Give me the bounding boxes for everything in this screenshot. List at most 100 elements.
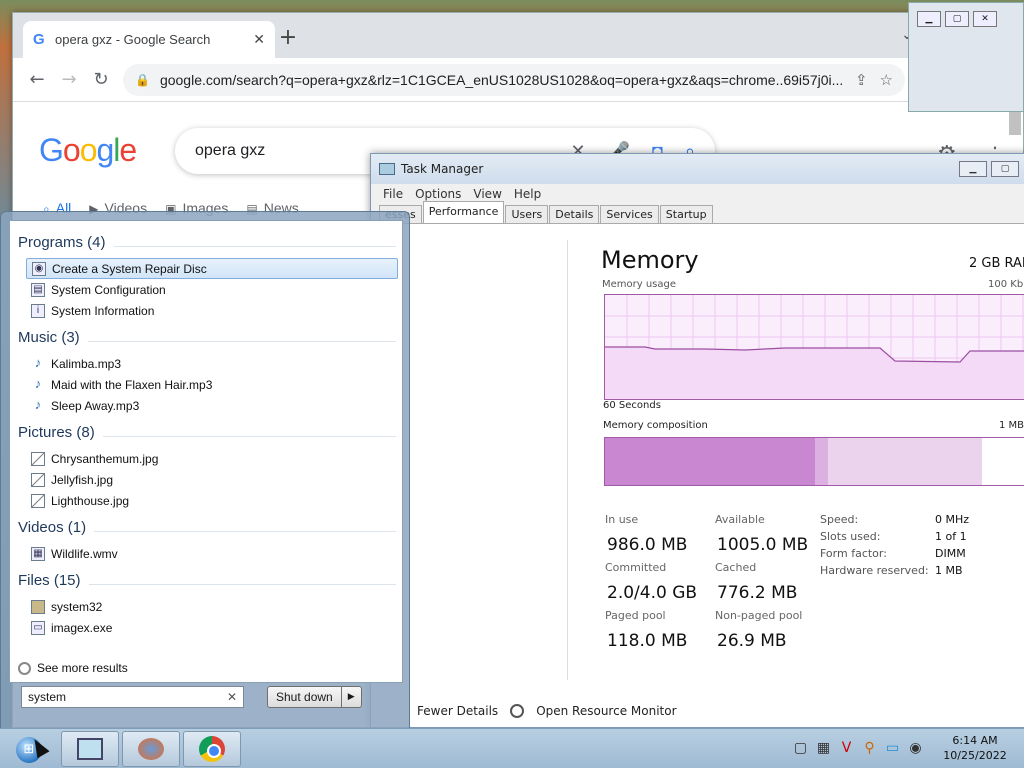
maximize-icon[interactable]: ▢: [991, 161, 1019, 177]
task-manager-icon: [77, 738, 103, 760]
result-system-information[interactable]: i System Information: [26, 300, 398, 321]
menu-file[interactable]: File: [383, 187, 403, 201]
folder-icon: [31, 599, 45, 614]
share-icon[interactable]: ⇪: [855, 71, 868, 89]
paged-pool-value: 118.0 MB: [607, 631, 688, 651]
committed-value: 2.0/4.0 GB: [607, 583, 698, 603]
close-tab-icon[interactable]: ✕: [253, 32, 265, 48]
result-imagex[interactable]: ▭ imagex.exe: [26, 617, 398, 638]
section-files: Files (15): [18, 572, 396, 589]
speed-label: Speed:: [820, 513, 859, 526]
background-window[interactable]: ▁ ▢ ✕: [908, 2, 1024, 112]
tab-strip: G opera gxz - Google Search ✕ + ⌄: [13, 13, 1023, 58]
section-pictures: Pictures (8): [18, 424, 396, 441]
memory-composition-bar: [604, 437, 1024, 486]
volume-icon[interactable]: ◉: [907, 739, 924, 756]
result-chrysanthemum[interactable]: Chrysanthemum.jpg: [26, 448, 398, 469]
fewer-details-link[interactable]: Fewer Details: [417, 704, 498, 718]
shut-down-button[interactable]: Shut down: [267, 686, 342, 708]
url-text: google.com/search?q=opera+gxz&rlz=1C1GCE…: [159, 71, 843, 88]
forward-icon[interactable]: →: [53, 69, 85, 90]
google-favicon-icon: G: [33, 31, 45, 48]
google-logo[interactable]: Google: [39, 132, 137, 169]
panel-divider: [567, 240, 568, 680]
resource-monitor-icon: [510, 704, 525, 718]
memory-usage-label: Memory usage: [602, 279, 677, 290]
speed-value: 0 MHz: [935, 513, 970, 526]
image-file-icon: [31, 472, 45, 487]
network-icon[interactable]: ▭: [884, 739, 901, 756]
see-more-results-link[interactable]: See more results: [18, 661, 128, 675]
composition-standby: [827, 438, 982, 485]
task-manager-app-icon: [379, 163, 395, 175]
toolbar: ← → ↻ 🔒 google.com/search?q=opera+gxz&rl…: [13, 58, 1023, 102]
bookmark-star-icon[interactable]: ☆: [880, 71, 893, 89]
composition-modified: [814, 438, 828, 485]
shutdown-options-arrow-icon[interactable]: ▶: [341, 686, 362, 708]
antivirus-icon[interactable]: V: [838, 739, 855, 756]
clear-search-icon[interactable]: ✕: [227, 690, 237, 704]
total-ram: 2 GB RAM: [969, 256, 1024, 271]
taskbar-task-manager[interactable]: [61, 731, 119, 767]
result-system32[interactable]: system32: [26, 596, 398, 617]
minimize-icon[interactable]: ▁: [959, 161, 987, 177]
system-configuration-icon: ▤: [31, 282, 45, 297]
result-maid-with-the-flaxen-hair[interactable]: ♪ Maid with the Flaxen Hair.mp3: [26, 374, 398, 395]
tab-performance[interactable]: Performance: [422, 201, 505, 223]
music-file-icon: ♪: [34, 375, 42, 391]
result-jellyfish[interactable]: Jellyfish.jpg: [26, 469, 398, 490]
tray-app-icon[interactable]: ▦: [815, 739, 832, 756]
search-results-panel: Programs (4) ◉ Create a System Repair Dis…: [9, 220, 403, 683]
menu-options[interactable]: Options: [415, 187, 461, 201]
performance-panel: Memory 2 GB RAM Memory usage 100 Kbps: [371, 224, 1024, 729]
shutdown-control: Shut down ▶: [267, 686, 362, 708]
form-factor-label: Form factor:: [820, 547, 887, 560]
result-sleep-away[interactable]: ♪ Sleep Away.mp3: [26, 395, 398, 416]
action-center-icon[interactable]: ▢: [792, 739, 809, 756]
back-icon[interactable]: ←: [21, 69, 53, 90]
hardware-reserved-value: 1 MB: [935, 564, 963, 577]
clock-date: 10/25/2022: [943, 749, 1007, 762]
taskbar-firefox[interactable]: [122, 731, 180, 767]
result-create-system-repair-disc[interactable]: ◉ Create a System Repair Disc: [26, 258, 398, 279]
reload-icon[interactable]: ↻: [85, 69, 117, 90]
clock-time: 6:14 AM: [952, 734, 998, 747]
window-title: Task Manager: [401, 162, 484, 176]
video-file-icon: ▦: [31, 546, 45, 561]
start-search-input[interactable]: system ✕: [21, 686, 244, 708]
system-tray: ▢ ▦ V ⚲ ▭ ◉: [792, 739, 924, 756]
start-search-value[interactable]: system: [28, 690, 227, 704]
search-tray-icon[interactable]: ⚲: [861, 739, 878, 756]
new-tab-icon[interactable]: +: [275, 25, 301, 50]
chrome-icon: [199, 736, 225, 762]
result-wildlife[interactable]: ▦ Wildlife.wmv: [26, 543, 398, 564]
browser-tab[interactable]: G opera gxz - Google Search ✕: [23, 21, 275, 58]
task-manager-titlebar[interactable]: Task Manager ▁ ▢: [371, 154, 1024, 184]
image-file-icon: [31, 493, 45, 508]
result-kalimba[interactable]: ♪ Kalimba.mp3: [26, 353, 398, 374]
memory-title: Memory: [601, 246, 699, 274]
address-bar[interactable]: 🔒 google.com/search?q=opera+gxz&rlz=1C1G…: [123, 63, 905, 96]
close-icon[interactable]: ✕: [973, 11, 997, 27]
taskbar-chrome[interactable]: [183, 731, 241, 767]
menu-view[interactable]: View: [473, 187, 501, 201]
minimize-icon[interactable]: ▁: [917, 11, 941, 27]
hardware-reserved-label: Hardware reserved:: [820, 564, 929, 577]
task-manager-window: Task Manager ▁ ▢ File Options View Help …: [370, 153, 1024, 728]
memory-usage-max: 100 Kbps: [988, 279, 1024, 290]
memory-composition-max: 1 MB/: [999, 420, 1024, 431]
tab-details[interactable]: Details: [549, 205, 600, 223]
tab-services[interactable]: Services: [600, 205, 659, 223]
tab-startup[interactable]: Startup: [659, 205, 713, 223]
memory-composition-label: Memory composition: [603, 420, 708, 431]
open-resource-monitor-link[interactable]: Open Resource Monitor: [536, 704, 676, 718]
clock[interactable]: 6:14 AM 10/25/2022: [940, 733, 1010, 763]
result-system-configuration[interactable]: ▤ System Configuration: [26, 279, 398, 300]
tab-users[interactable]: Users: [505, 205, 549, 223]
result-lighthouse[interactable]: Lighthouse.jpg: [26, 490, 398, 511]
paged-pool-label: Paged pool: [605, 609, 666, 622]
maximize-icon[interactable]: ▢: [945, 11, 969, 27]
menu-help[interactable]: Help: [514, 187, 541, 201]
committed-label: Committed: [605, 561, 667, 574]
system-information-icon: i: [31, 303, 45, 318]
